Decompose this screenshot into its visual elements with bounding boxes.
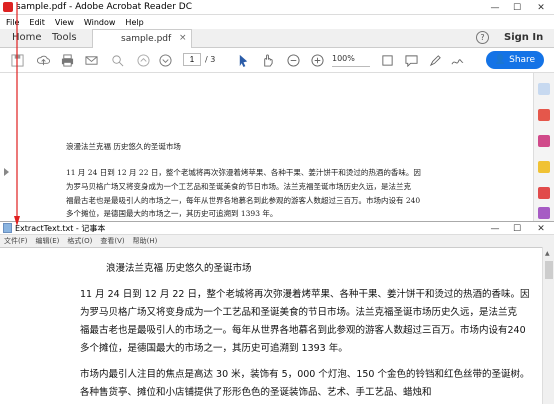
cloud-upload-icon[interactable] bbox=[36, 53, 50, 67]
acrobat-toolbar: / 3 100% 👤 Share bbox=[0, 48, 554, 73]
notepad-line: 福最古老也是最吸引人的市场之一。每年从世界各地慕名到此参观的游客人数超过三百万。… bbox=[80, 325, 526, 336]
share-button-label: Share bbox=[509, 55, 536, 65]
comment-tool-icon[interactable] bbox=[538, 161, 550, 173]
scrollbar-thumb[interactable] bbox=[545, 261, 553, 279]
email-icon[interactable] bbox=[84, 53, 98, 67]
tab-document[interactable]: sample.pdf × bbox=[92, 29, 192, 48]
export-pdf-icon[interactable] bbox=[538, 187, 550, 199]
notepad-line: 市场内最引人注目的焦点是高达 30 米，装饰有 5，000 个灯泡、150 个金… bbox=[80, 369, 530, 380]
notepad-menu-help[interactable]: 帮助(H) bbox=[133, 236, 158, 246]
notepad-window-title: ExtractText.txt - 记事本 bbox=[15, 223, 106, 233]
next-page-icon[interactable] bbox=[158, 53, 172, 67]
page-number-input[interactable] bbox=[183, 53, 201, 66]
notepad-line: 各种售货亭、摊位和小店铺提供了形形色色的圣诞装饰品、艺术、手工艺品、蜡烛和 bbox=[80, 387, 432, 398]
red-arrow-annotation bbox=[14, 2, 20, 226]
zoom-search-icon[interactable] bbox=[110, 53, 124, 67]
notepad-minimize-button[interactable]: — bbox=[484, 222, 506, 235]
edit-pdf-icon[interactable] bbox=[538, 135, 550, 147]
notepad-menu-file[interactable]: 文件(F) bbox=[4, 236, 28, 246]
sign-icon[interactable] bbox=[450, 53, 464, 67]
minimize-button[interactable]: — bbox=[484, 0, 506, 15]
close-button[interactable]: ✕ bbox=[528, 0, 554, 15]
acrobat-window-controls: — ☐ ✕ bbox=[484, 0, 554, 15]
highlight-pen-icon[interactable] bbox=[428, 53, 442, 67]
notepad-menu-view[interactable]: 查看(V) bbox=[100, 236, 124, 246]
notepad-menu-format[interactable]: 格式(O) bbox=[67, 236, 92, 246]
tab-tools[interactable]: Tools bbox=[52, 32, 77, 43]
zoom-tool-icon[interactable] bbox=[538, 83, 550, 95]
fit-page-icon[interactable] bbox=[380, 53, 394, 67]
share-button[interactable]: 👤 Share bbox=[486, 51, 544, 69]
notepad-line: 浪漫法兰克福 历史悠久的圣诞市场 bbox=[106, 263, 252, 274]
sign-in-button[interactable]: Sign In bbox=[504, 32, 543, 43]
notepad-line: 11 月 24 日到 12 月 22 日，整个老城将再次弥漫着烤苹果、各种干果、… bbox=[80, 289, 530, 300]
tab-document-label: sample.pdf bbox=[121, 34, 172, 44]
zoom-in-icon[interactable] bbox=[310, 53, 324, 67]
notepad-maximize-button[interactable]: ☐ bbox=[506, 222, 528, 235]
pdf-paragraph-line: 多个摊位，是德国最大的市场之一，其历史可追溯到 1393 年。 bbox=[66, 209, 278, 218]
left-panel-toggle-icon[interactable] bbox=[4, 168, 9, 176]
page-total: / 3 bbox=[205, 55, 216, 64]
acrobat-title-bar: sample.pdf - Adobe Acrobat Reader DC — ☐… bbox=[0, 0, 554, 15]
pdf-paragraph-line: 11 月 24 日到 12 月 22 日，整个老城将再次弥漫着烤苹果、各种干果、… bbox=[66, 168, 421, 177]
tab-close-icon[interactable]: × bbox=[179, 33, 187, 43]
pdf-heading: 浪漫法兰克福 历史悠久的圣诞市场 bbox=[66, 142, 181, 151]
maximize-button[interactable]: ☐ bbox=[506, 0, 528, 15]
acrobat-tab-bar: Home Tools sample.pdf × ? Sign In bbox=[0, 29, 554, 48]
notepad-line: 多个摊位，是德国最大的市场之一，其历史可追溯到 1393 年。 bbox=[80, 343, 348, 354]
help-icon[interactable]: ? bbox=[476, 31, 489, 44]
select-cursor-icon[interactable] bbox=[236, 53, 250, 67]
notepad-app-icon bbox=[3, 223, 12, 233]
zoom-level-dropdown[interactable]: 100% bbox=[332, 54, 370, 67]
menu-view[interactable]: View bbox=[55, 18, 74, 27]
notepad-menu-bar: 文件(F) 编辑(E) 格式(O) 查看(V) 帮助(H) bbox=[0, 235, 554, 247]
acrobat-window-title: sample.pdf - Adobe Acrobat Reader DC bbox=[16, 2, 192, 12]
acrobat-menu-bar: File Edit View Window Help bbox=[0, 15, 554, 29]
notepad-close-button[interactable]: ✕ bbox=[528, 222, 554, 235]
notepad-menu-edit[interactable]: 编辑(E) bbox=[36, 236, 60, 246]
notepad-title-bar: ExtractText.txt - 记事本 — ☐ ✕ bbox=[0, 221, 554, 235]
pdf-document-view[interactable]: 浪漫法兰克福 历史悠久的圣诞市场 11 月 24 日到 12 月 22 日，整个… bbox=[0, 73, 534, 221]
person-add-icon: 👤 bbox=[494, 55, 507, 65]
scroll-up-icon[interactable]: ▲ bbox=[545, 250, 550, 257]
print-icon[interactable] bbox=[60, 53, 74, 67]
zoom-out-icon[interactable] bbox=[286, 53, 300, 67]
notepad-line: 为罗马贝格广场又将变身成为一个工艺品和圣诞美食的节日市场。法兰克福圣诞市场历史久… bbox=[80, 307, 518, 318]
pdf-paragraph-line: 为罗马贝格广场又将变身成为一个工艺品和圣诞美食的节日市场。法兰克福圣诞市场历史久… bbox=[66, 182, 411, 191]
menu-help[interactable]: Help bbox=[125, 18, 143, 27]
fill-sign-icon[interactable] bbox=[538, 207, 550, 219]
notepad-text-area[interactable]: 浪漫法兰克福 历史悠久的圣诞市场 11 月 24 日到 12 月 22 日，整个… bbox=[0, 247, 542, 404]
hand-tool-icon[interactable] bbox=[260, 53, 274, 67]
acrobat-app-icon bbox=[3, 2, 13, 12]
pdf-paragraph-line: 福最古老也是最吸引人的市场之一，每年从世界各地慕名到此参观的游客人数超过三百万。… bbox=[66, 196, 421, 205]
create-pdf-icon[interactable] bbox=[538, 109, 550, 121]
comment-icon[interactable] bbox=[404, 53, 418, 67]
notepad-scrollbar[interactable]: ▲ bbox=[542, 247, 554, 404]
menu-window[interactable]: Window bbox=[84, 18, 116, 27]
previous-page-icon[interactable] bbox=[136, 53, 150, 67]
menu-edit[interactable]: Edit bbox=[29, 18, 45, 27]
acrobat-tools-pane bbox=[534, 73, 554, 221]
